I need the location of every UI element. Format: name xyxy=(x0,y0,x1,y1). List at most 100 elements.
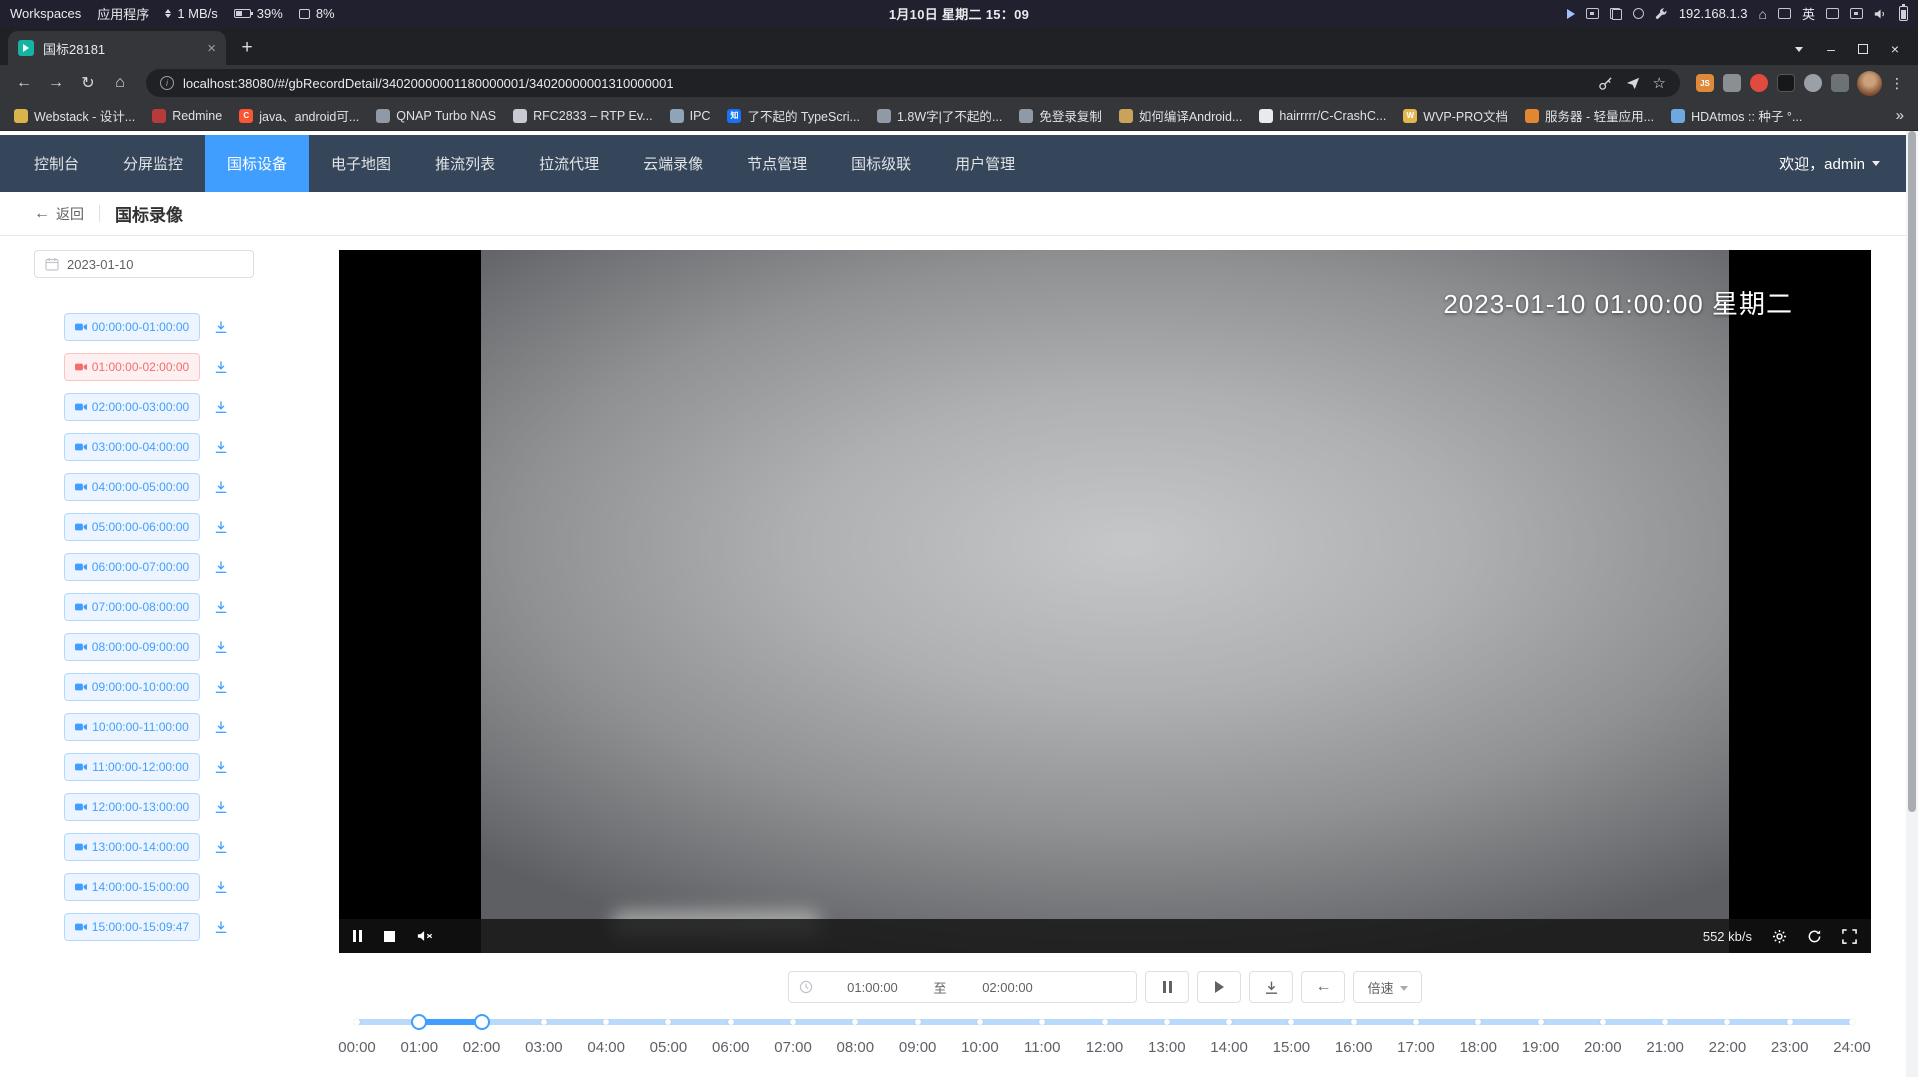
back-button[interactable]: ← xyxy=(10,69,38,97)
tool-icon[interactable] xyxy=(1655,7,1668,20)
segment-button[interactable]: 09:00:00-10:00:00 xyxy=(64,673,200,701)
input-language-indicator[interactable]: 英 xyxy=(1802,4,1815,23)
seek-back-button[interactable]: ← xyxy=(1301,971,1345,1003)
speed-dropdown[interactable]: 倍速 xyxy=(1353,971,1421,1003)
address-bar[interactable]: i localhost:38080/#/gbRecordDetail/34020… xyxy=(146,69,1680,97)
timeline-end-handle[interactable] xyxy=(474,1014,490,1030)
page-scrollbar[interactable] xyxy=(1906,131,1918,1077)
download-icon[interactable] xyxy=(214,720,228,734)
bookmark-item[interactable]: 知了不起的 TypeScri... xyxy=(727,106,860,125)
nav-item[interactable]: 节点管理 xyxy=(725,135,829,192)
extension-puzzle-icon[interactable] xyxy=(1804,74,1822,92)
bookmark-item[interactable]: Cjava、android可... xyxy=(239,106,359,125)
download-icon[interactable] xyxy=(214,360,228,374)
segment-button[interactable]: 08:00:00-09:00:00 xyxy=(64,633,200,661)
network-speed-indicator[interactable]: 1 MB/s xyxy=(165,6,217,21)
bookmark-item[interactable]: 服务器 - 轻量应用... xyxy=(1525,106,1654,125)
nav-item[interactable]: 推流列表 xyxy=(413,135,517,192)
page-back-button[interactable]: ← 返回 xyxy=(34,204,84,224)
download-button[interactable] xyxy=(1249,971,1293,1003)
nav-item[interactable]: 拉流代理 xyxy=(517,135,621,192)
segment-button[interactable]: 10:00:00-11:00:00 xyxy=(64,713,200,741)
applications-menu[interactable]: 应用程序 xyxy=(97,4,149,23)
player-settings-icon[interactable] xyxy=(1772,929,1787,944)
bookmark-item[interactable]: WWVP-PRO文档 xyxy=(1403,106,1508,125)
segment-button[interactable]: 06:00:00-07:00:00 xyxy=(64,553,200,581)
usage-indicator[interactable]: 8% xyxy=(299,6,335,21)
bookmark-item[interactable]: 免登录复制 xyxy=(1019,106,1102,125)
keyboard-layout-icon[interactable] xyxy=(1826,8,1839,19)
extension-js-icon[interactable]: JS xyxy=(1696,74,1714,92)
extension-dark-icon[interactable] xyxy=(1777,74,1795,92)
download-icon[interactable] xyxy=(214,760,228,774)
end-time-input[interactable] xyxy=(949,980,1067,995)
tab-search-button[interactable] xyxy=(1788,39,1810,59)
bookmark-item[interactable]: 1.8W字|了不起的... xyxy=(877,106,1002,125)
play-button[interactable] xyxy=(1197,971,1241,1003)
bookmark-item[interactable]: HDAtmos :: 种子 °... xyxy=(1671,106,1802,125)
bookmarks-overflow-icon[interactable]: » xyxy=(1896,107,1904,124)
tray-app-icon[interactable] xyxy=(1778,8,1791,19)
download-icon[interactable] xyxy=(214,440,228,454)
browser-tab[interactable]: 国标28181 × xyxy=(8,31,226,65)
send-to-device-icon[interactable] xyxy=(1626,76,1640,90)
screenshot-icon[interactable] xyxy=(1586,8,1599,19)
user-menu[interactable]: 欢迎，admin xyxy=(1779,153,1880,174)
download-icon[interactable] xyxy=(214,600,228,614)
timeline-track[interactable] xyxy=(357,1019,1852,1025)
media-play-icon[interactable] xyxy=(1567,9,1575,19)
window-minimize-button[interactable]: – xyxy=(1820,39,1842,59)
extension-icon[interactable] xyxy=(1723,74,1741,92)
download-icon[interactable] xyxy=(214,800,228,814)
display-icon[interactable] xyxy=(1850,8,1863,19)
download-icon[interactable] xyxy=(214,400,228,414)
profile-avatar[interactable] xyxy=(1857,71,1882,96)
player-fullscreen-icon[interactable] xyxy=(1842,929,1857,944)
window-maximize-button[interactable] xyxy=(1852,39,1874,59)
segment-button[interactable]: 11:00:00-12:00:00 xyxy=(64,753,200,781)
start-time-input[interactable] xyxy=(813,980,931,995)
download-icon[interactable] xyxy=(214,920,228,934)
player-mute-button[interactable] xyxy=(417,929,433,943)
bookmark-item[interactable]: Webstack - 设计... xyxy=(14,106,135,125)
download-icon[interactable] xyxy=(214,640,228,654)
ip-address[interactable]: 192.168.1.3 xyxy=(1679,6,1748,21)
bookmark-item[interactable]: 如何编译Android... xyxy=(1119,106,1243,125)
site-info-icon[interactable]: i xyxy=(160,76,174,90)
nav-item[interactable]: 云端录像 xyxy=(621,135,725,192)
nav-item[interactable]: 用户管理 xyxy=(933,135,1037,192)
download-icon[interactable] xyxy=(214,520,228,534)
browser-home-button[interactable]: ⌂ xyxy=(106,69,134,97)
battery-status-icon[interactable] xyxy=(1899,6,1908,21)
extension-splitview-icon[interactable] xyxy=(1831,74,1849,92)
download-icon[interactable] xyxy=(214,880,228,894)
download-icon[interactable] xyxy=(214,680,228,694)
segment-button[interactable]: 05:00:00-06:00:00 xyxy=(64,513,200,541)
password-key-icon[interactable] xyxy=(1598,76,1613,91)
segment-button[interactable]: 02:00:00-03:00:00 xyxy=(64,393,200,421)
workspaces-menu[interactable]: Workspaces xyxy=(10,6,81,21)
bookmark-item[interactable]: RFC2833 – RTP Ev... xyxy=(513,109,653,123)
segment-button[interactable]: 12:00:00-13:00:00 xyxy=(64,793,200,821)
record-date-picker[interactable] xyxy=(34,250,254,278)
segment-button[interactable]: 03:00:00-04:00:00 xyxy=(64,433,200,461)
bookmark-item[interactable]: IPC xyxy=(670,109,711,123)
segment-button[interactable]: 04:00:00-05:00:00 xyxy=(64,473,200,501)
browser-menu-icon[interactable]: ⋮ xyxy=(1886,75,1908,92)
new-tab-button[interactable]: + xyxy=(232,33,262,63)
bookmark-item[interactable]: QNAP Turbo NAS xyxy=(376,109,496,123)
extension-blocker-icon[interactable] xyxy=(1750,74,1768,92)
window-close-button[interactable]: × xyxy=(1884,39,1906,59)
forward-button[interactable]: → xyxy=(42,69,70,97)
reload-button[interactable]: ↻ xyxy=(74,69,102,97)
nav-item[interactable]: 国标设备 xyxy=(205,135,309,192)
nav-item[interactable]: 控制台 xyxy=(12,135,101,192)
nav-item[interactable]: 国标级联 xyxy=(829,135,933,192)
clipboard-icon[interactable] xyxy=(1610,8,1622,20)
bookmark-item[interactable]: hairrrrr/C-CrashC... xyxy=(1259,109,1386,123)
scrollbar-thumb[interactable] xyxy=(1908,131,1916,812)
nav-item[interactable]: 电子地图 xyxy=(309,135,413,192)
nav-item[interactable]: 分屏监控 xyxy=(101,135,205,192)
battery-indicator[interactable]: 39% xyxy=(234,6,283,21)
player-pause-button[interactable] xyxy=(353,930,362,942)
